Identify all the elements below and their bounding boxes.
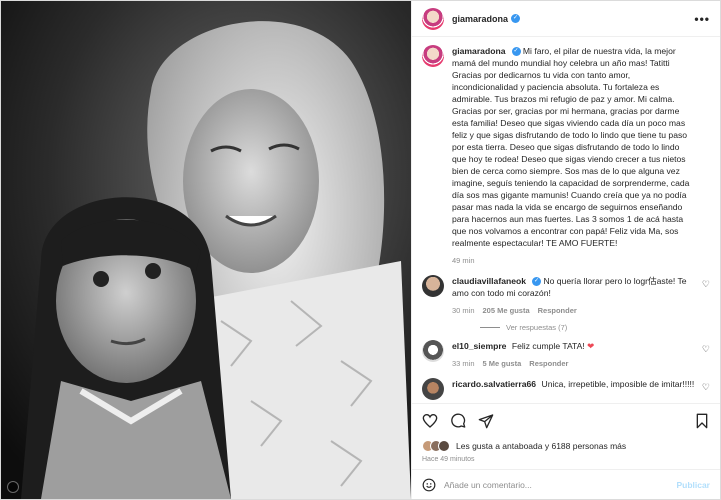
heart-icon[interactable]: ♡ <box>702 382 710 393</box>
comment-composer: Publicar <box>412 469 720 499</box>
author-username[interactable]: giamaradona <box>452 14 508 24</box>
caption: giamaradona ✓ Mi faro, el pilar de nuestr… <box>422 45 710 267</box>
likes-summary[interactable]: Les gusta a antaboada y 6188 personas má… <box>422 440 710 452</box>
liker-avatars <box>422 440 450 452</box>
comment-author[interactable]: el10_siempre <box>452 341 506 351</box>
comment-item: claudiavillafaneok ✓ No quería llorar per… <box>422 275 710 317</box>
post-photo[interactable] <box>1 1 411 499</box>
publish-button[interactable]: Publicar <box>676 480 710 490</box>
comment-input[interactable] <box>444 479 677 490</box>
comment-time: 30 min <box>452 306 475 315</box>
share-icon[interactable] <box>478 413 494 429</box>
post-sidebar: giamaradona ✓ ••• giamaradona ✓ Mi faro, … <box>411 1 720 499</box>
comment-icon[interactable] <box>450 413 466 429</box>
heart-icon[interactable]: ♡ <box>702 279 710 290</box>
view-replies-button[interactable]: Ver respuestas (7) <box>480 323 710 332</box>
photo-image <box>1 1 411 499</box>
comment-text: Feliz cumple TATA! <box>511 341 585 351</box>
comment-likes[interactable]: 205 Me gusta <box>483 305 530 317</box>
comment-avatar[interactable] <box>422 340 444 362</box>
post-time: Hace 49 minutos <box>422 456 475 463</box>
comment-author[interactable]: claudiavillafaneok <box>452 276 526 286</box>
comment-avatar[interactable] <box>422 378 444 400</box>
red-heart-emoji: ❤ <box>587 341 595 351</box>
caption-text: Mi faro, el pilar de nuestra vida, la me… <box>452 46 690 248</box>
comment-item: el10_siempre Feliz cumple TATA! ❤ 33 min… <box>422 340 710 370</box>
verified-icon: ✓ <box>511 47 521 57</box>
heart-icon[interactable]: ♡ <box>702 344 710 355</box>
comment-author[interactable]: ricardo.salvatierra66 <box>452 379 536 389</box>
more-options-icon[interactable]: ••• <box>694 12 710 26</box>
comments-list[interactable]: giamaradona ✓ Mi faro, el pilar de nuestr… <box>412 37 720 403</box>
reply-button[interactable]: Responder <box>529 358 568 370</box>
reply-button[interactable]: Responder <box>538 305 577 317</box>
comment-time: 33 min <box>452 359 475 368</box>
post-modal: giamaradona ✓ ••• giamaradona ✓ Mi faro, … <box>0 0 721 500</box>
heart-icon[interactable] <box>422 413 438 429</box>
comment-avatar[interactable] <box>422 275 444 297</box>
verified-icon: ✓ <box>511 14 521 23</box>
comment-likes[interactable]: 5 Me gusta <box>483 358 522 370</box>
verified-icon: ✓ <box>532 277 542 287</box>
caption-time: 49 min <box>452 256 475 265</box>
post-actions: Les gusta a antaboada y 6188 personas má… <box>412 403 720 463</box>
tag-icon[interactable] <box>7 481 19 493</box>
view-replies-label: Ver respuestas (7) <box>506 323 568 332</box>
author-avatar[interactable] <box>422 7 444 30</box>
emoji-icon[interactable] <box>422 478 436 492</box>
caption-avatar[interactable] <box>422 45 444 67</box>
comment-text: Unica, irrepetible, imposible de imitar!… <box>541 379 695 389</box>
comment-item: ricardo.salvatierra66 Unica, irrepetible… <box>422 378 710 400</box>
caption-author[interactable]: giamaradona <box>452 46 506 56</box>
bookmark-icon[interactable] <box>694 413 710 429</box>
likes-text: Les gusta a antaboada y 6188 personas má… <box>456 441 627 451</box>
post-header: giamaradona ✓ ••• <box>412 1 720 37</box>
